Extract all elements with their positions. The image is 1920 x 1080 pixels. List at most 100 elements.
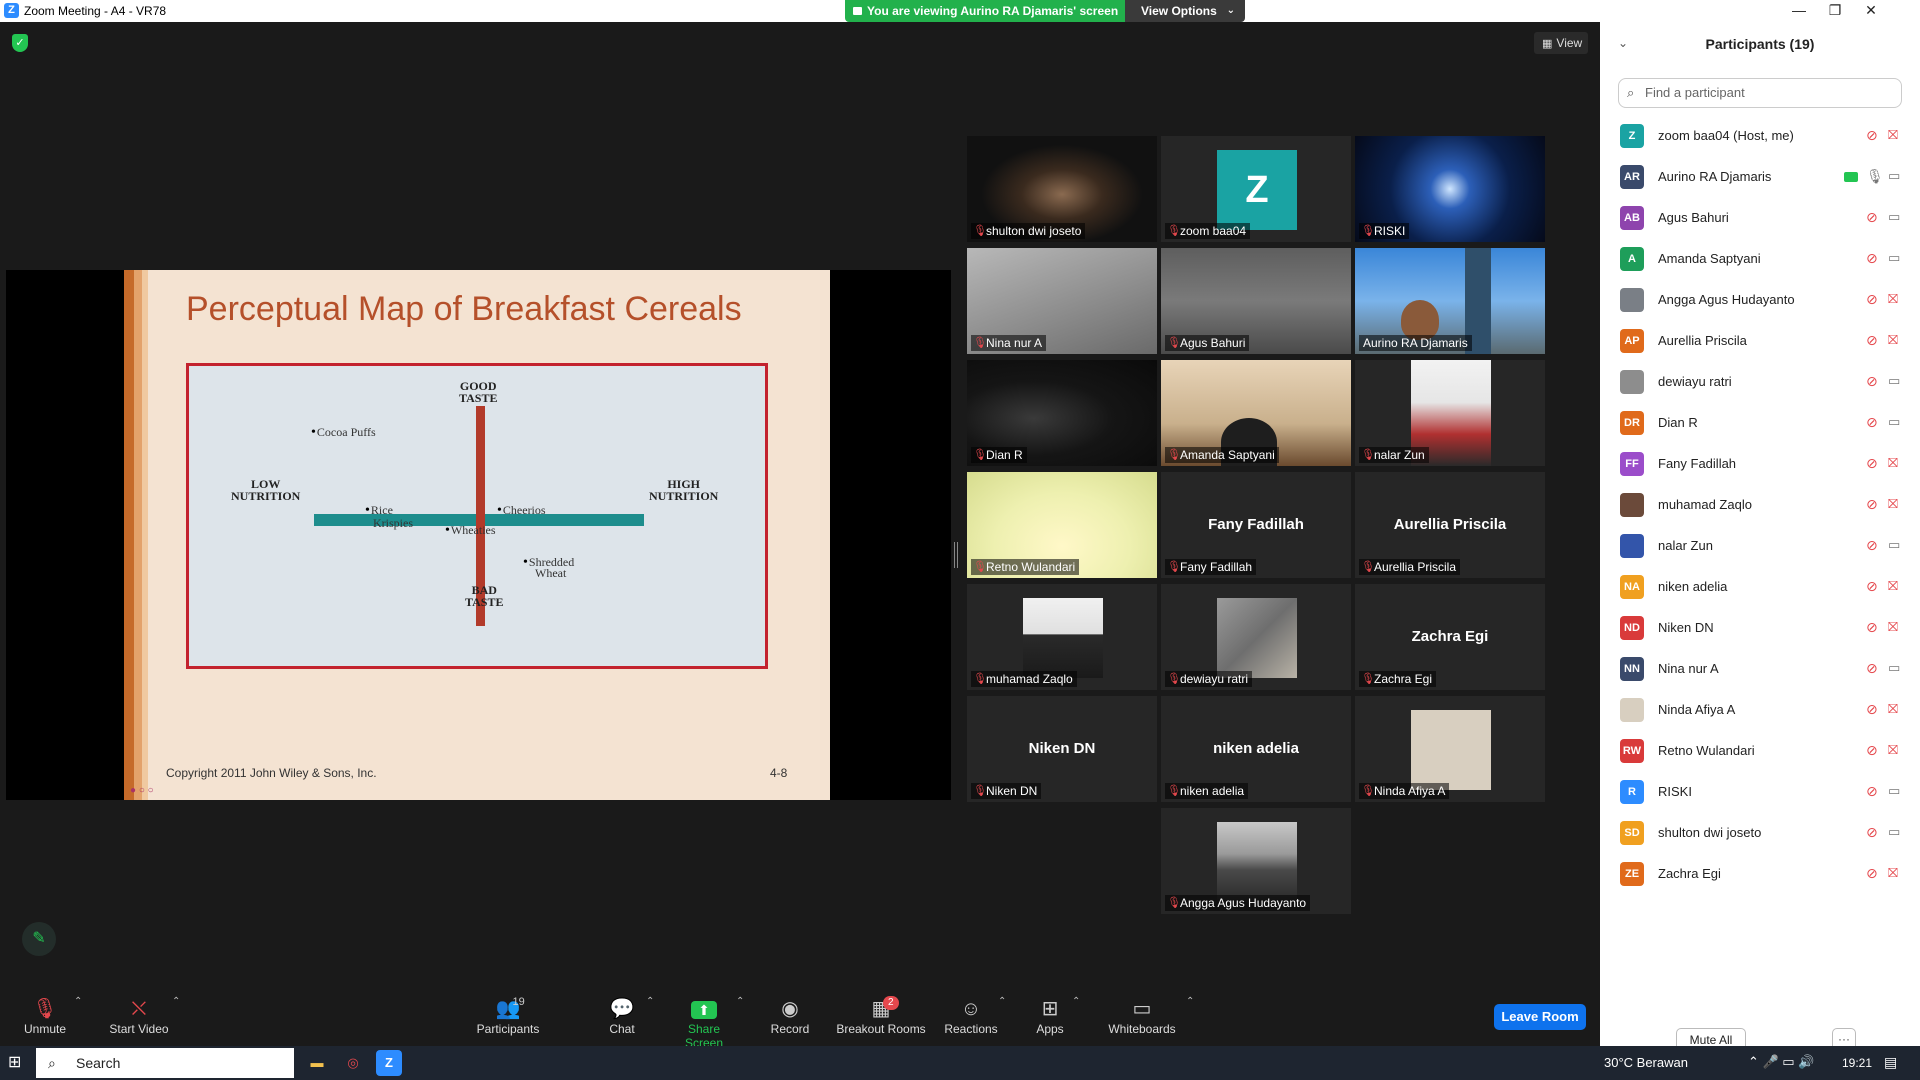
- video-tile[interactable]: 🎙 dewiayu ratri: [1161, 584, 1351, 690]
- chevron-up-icon[interactable]: ⌃: [74, 996, 82, 1007]
- mic-muted-icon[interactable]: ⊘: [1866, 537, 1878, 554]
- chevron-up-icon[interactable]: ⌃: [172, 996, 180, 1007]
- participant-row[interactable]: dewiayu ratri ⊘ ▭: [1600, 362, 1920, 403]
- participant-row[interactable]: Angga Agus Hudayanto ⊘ ⛝: [1600, 280, 1920, 321]
- mic-muted-icon[interactable]: ⊘: [1866, 332, 1878, 349]
- video-off-icon[interactable]: ⛝: [1888, 127, 1898, 143]
- video-tile[interactable]: 🎙 RISKI: [1355, 136, 1545, 242]
- video-tile[interactable]: 🎙 shulton dwi joseto: [967, 136, 1157, 242]
- video-tile[interactable]: Zachra Egi 🎙 Zachra Egi: [1355, 584, 1545, 690]
- minimize-button[interactable]: —: [1784, 2, 1814, 18]
- video-icon[interactable]: ▭: [1888, 537, 1900, 553]
- video-off-icon[interactable]: ⛝: [1888, 332, 1898, 348]
- mic-muted-icon[interactable]: ⊘: [1866, 373, 1878, 390]
- video-icon[interactable]: ▭: [1888, 373, 1900, 389]
- slide-nav-icon[interactable]: ● ○ ○: [130, 785, 154, 796]
- chevron-up-icon[interactable]: ⌃: [1186, 996, 1194, 1007]
- taskbar-search-box[interactable]: ⌕ Search: [36, 1048, 294, 1078]
- video-tile[interactable]: 🎙 Angga Agus Hudayanto: [1161, 808, 1351, 914]
- apps-button[interactable]: ⊞ ⌃ Apps: [1034, 994, 1080, 1046]
- mic-muted-icon[interactable]: ⊘: [1866, 414, 1878, 431]
- video-icon[interactable]: ▭: [1888, 783, 1900, 799]
- video-off-icon[interactable]: ⛝: [1888, 619, 1898, 635]
- video-off-icon[interactable]: ⛝: [1888, 701, 1898, 717]
- chevron-up-icon[interactable]: ⌃: [736, 996, 744, 1007]
- view-options-button[interactable]: View Options ⌄: [1125, 0, 1245, 22]
- video-icon[interactable]: ▭: [1888, 250, 1900, 266]
- video-tile[interactable]: 🎙 Ninda Afiya A: [1355, 696, 1545, 802]
- video-tile[interactable]: niken adelia 🎙 niken adelia: [1161, 696, 1351, 802]
- leave-room-button[interactable]: Leave Room: [1494, 1004, 1586, 1030]
- mic-muted-icon[interactable]: ⊘: [1866, 824, 1878, 841]
- view-button[interactable]: ▦ View: [1534, 32, 1588, 54]
- video-tile[interactable]: 🎙 nalar Zun: [1355, 360, 1545, 466]
- mic-muted-icon[interactable]: ⊘: [1866, 127, 1878, 144]
- shared-screen[interactable]: Perceptual Map of Breakfast Cereals GOOD…: [6, 270, 951, 800]
- maximize-button[interactable]: ❐: [1820, 2, 1850, 19]
- mic-muted-icon[interactable]: ⊘: [1866, 619, 1878, 636]
- chevron-up-icon[interactable]: ⌃: [1072, 996, 1080, 1007]
- video-tile[interactable]: 🎙 Nina nur A: [967, 248, 1157, 354]
- mic-muted-icon[interactable]: ⊘: [1866, 455, 1878, 472]
- chrome-icon[interactable]: ◎: [340, 1050, 366, 1076]
- mic-muted-icon[interactable]: ⊘: [1866, 496, 1878, 513]
- record-button[interactable]: ◉ Record: [768, 994, 812, 1046]
- video-tile[interactable]: Fany Fadillah 🎙 Fany Fadillah: [1161, 472, 1351, 578]
- split-handle[interactable]: [954, 542, 958, 568]
- start-video-button[interactable]: ⛌ ⌃ Start Video: [104, 994, 180, 1046]
- mic-icon[interactable]: 🎙: [1866, 168, 1884, 185]
- video-tile[interactable]: 🎙 Retno Wulandari: [967, 472, 1157, 578]
- mic-muted-icon[interactable]: ⊘: [1866, 250, 1878, 267]
- notification-icon[interactable]: ▤: [1884, 1054, 1897, 1071]
- video-icon[interactable]: ▭: [1888, 660, 1900, 676]
- unmute-button[interactable]: 🎙 ⌃ Unmute: [16, 994, 82, 1046]
- video-tile[interactable]: 🎙 Agus Bahuri: [1161, 248, 1351, 354]
- mic-muted-icon[interactable]: ⊘: [1866, 783, 1878, 800]
- video-off-icon[interactable]: ⛝: [1888, 578, 1898, 594]
- video-off-icon[interactable]: ⛝: [1888, 291, 1898, 307]
- participant-row[interactable]: DR Dian R ⊘ ▭: [1600, 403, 1920, 444]
- participant-search-input[interactable]: ⌕ Find a participant: [1618, 78, 1902, 108]
- mic-muted-icon[interactable]: ⊘: [1866, 291, 1878, 308]
- security-shield-icon[interactable]: ✓: [12, 34, 28, 52]
- file-explorer-icon[interactable]: ▬: [304, 1050, 330, 1076]
- participant-row[interactable]: nalar Zun ⊘ ▭: [1600, 526, 1920, 567]
- video-off-icon[interactable]: ⛝: [1888, 742, 1898, 758]
- close-button[interactable]: ✕: [1856, 2, 1886, 19]
- zoom-taskbar-icon[interactable]: Z: [376, 1050, 402, 1076]
- video-tile[interactable]: 🎙 Dian R: [967, 360, 1157, 466]
- breakout-rooms-button[interactable]: ▦ 2 Breakout Rooms: [836, 994, 926, 1046]
- participant-row[interactable]: AB Agus Bahuri ⊘ ▭: [1600, 198, 1920, 239]
- participant-row[interactable]: muhamad Zaqlo ⊘ ⛝: [1600, 485, 1920, 526]
- video-tile[interactable]: Niken DN 🎙 Niken DN: [967, 696, 1157, 802]
- video-off-icon[interactable]: ⛝: [1888, 865, 1898, 881]
- participant-row[interactable]: SD shulton dwi joseto ⊘ ▭: [1600, 813, 1920, 854]
- participant-row[interactable]: Zzoom baa04 (Host, me) ⊘ ⛝: [1600, 116, 1920, 157]
- whiteboards-button[interactable]: ▭ ⌃ Whiteboards: [1106, 994, 1194, 1046]
- video-icon[interactable]: ▭: [1888, 168, 1900, 184]
- reactions-button[interactable]: ☺ ⌃ Reactions: [944, 994, 1006, 1046]
- weather-widget[interactable]: 30°C Berawan: [1604, 1055, 1688, 1070]
- chevron-up-icon[interactable]: ⌃: [646, 996, 654, 1007]
- video-icon[interactable]: ▭: [1888, 209, 1900, 225]
- participant-row[interactable]: AP Aurellia Priscila ⊘ ⛝: [1600, 321, 1920, 362]
- chat-button[interactable]: 💬 ⌃ Chat: [600, 994, 654, 1046]
- video-off-icon[interactable]: ⛝: [1888, 496, 1898, 512]
- participants-button[interactable]: 👥 19 Participants: [470, 994, 546, 1046]
- mic-muted-icon[interactable]: ⊘: [1866, 578, 1878, 595]
- video-icon[interactable]: ▭: [1888, 414, 1900, 430]
- participant-row[interactable]: R RISKI ⊘ ▭: [1600, 772, 1920, 813]
- participant-row[interactable]: A Amanda Saptyani ⊘ ▭: [1600, 239, 1920, 280]
- system-tray-icons[interactable]: ⌃ 🎤 ▭ 🔊: [1748, 1054, 1814, 1070]
- taskbar-clock[interactable]: 19:21: [1842, 1056, 1872, 1070]
- mic-muted-icon[interactable]: ⊘: [1866, 742, 1878, 759]
- windows-start-icon[interactable]: ⊞: [8, 1054, 26, 1072]
- participant-row[interactable]: RW Retno Wulandari ⊘ ⛝: [1600, 731, 1920, 772]
- chevron-up-icon[interactable]: ⌃: [998, 996, 1006, 1007]
- video-tile[interactable]: Aurellia Priscila 🎙 Aurellia Priscila: [1355, 472, 1545, 578]
- mic-muted-icon[interactable]: ⊘: [1866, 660, 1878, 677]
- participant-row[interactable]: NA niken adelia ⊘ ⛝: [1600, 567, 1920, 608]
- participant-row[interactable]: Ninda Afiya A ⊘ ⛝: [1600, 690, 1920, 731]
- video-tile[interactable]: Z 🎙 zoom baa04: [1161, 136, 1351, 242]
- participant-row[interactable]: FF Fany Fadillah ⊘ ⛝: [1600, 444, 1920, 485]
